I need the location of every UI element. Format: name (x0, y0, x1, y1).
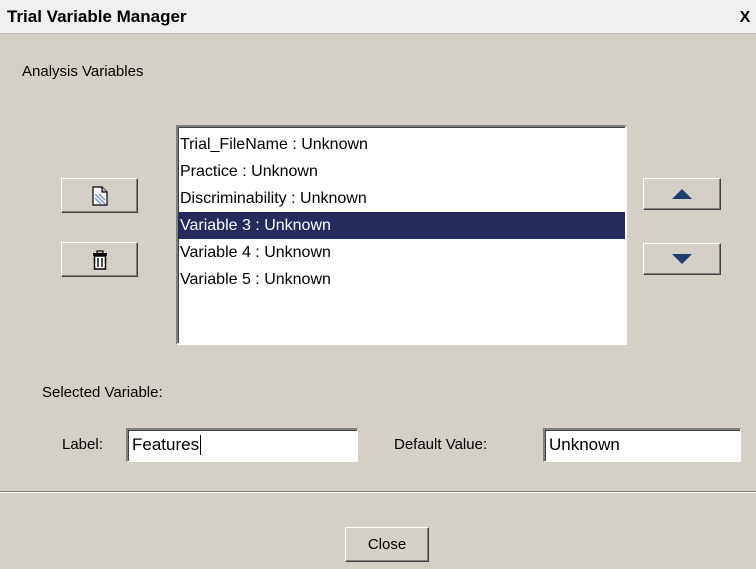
analysis-variables-list[interactable]: Trial_FileName : Unknown Practice : Unkn… (176, 125, 627, 345)
close-button[interactable]: Close (345, 527, 429, 562)
label-caption: Label: (62, 436, 103, 453)
default-value-input-value: Unknown (549, 435, 620, 454)
move-up-button[interactable] (643, 178, 721, 210)
selected-variable-heading: Selected Variable: (42, 384, 163, 401)
divider (0, 491, 756, 493)
list-item[interactable]: Variable 5 : Unknown (178, 266, 625, 293)
list-item[interactable]: Variable 4 : Unknown (178, 239, 625, 266)
new-document-icon (91, 185, 109, 206)
trash-icon (91, 249, 109, 270)
label-input[interactable]: Features (126, 428, 358, 462)
label-input-value: Features (132, 435, 200, 454)
default-value-input[interactable]: Unknown (543, 428, 741, 462)
analysis-variables-heading: Analysis Variables (22, 63, 144, 80)
close-button-label: Close (367, 536, 407, 553)
arrow-up-icon (672, 189, 692, 199)
list-item[interactable]: Practice : Unknown (178, 158, 625, 185)
text-caret (200, 434, 202, 455)
default-value-caption: Default Value: (394, 436, 488, 453)
window-title: Trial Variable Manager (7, 7, 187, 26)
new-variable-button[interactable] (61, 178, 138, 213)
delete-variable-button[interactable] (61, 242, 138, 277)
move-down-button[interactable] (643, 243, 721, 275)
arrow-down-icon (672, 254, 692, 264)
list-item-selected[interactable]: Variable 3 : Unknown (178, 212, 625, 239)
close-window-icon[interactable]: X (736, 10, 754, 28)
list-item[interactable]: Trial_FileName : Unknown (178, 131, 625, 158)
list-item[interactable]: Discriminability : Unknown (178, 185, 625, 212)
trial-variable-manager-window: Trial Variable Manager X Analysis Variab… (0, 0, 756, 569)
title-bar: Trial Variable Manager X (0, 0, 756, 34)
